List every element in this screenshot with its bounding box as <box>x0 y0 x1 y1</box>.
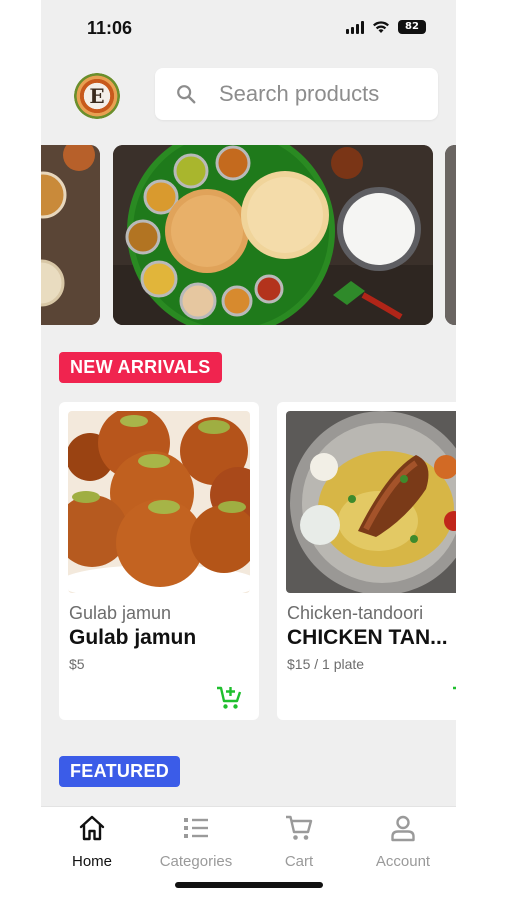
status-time: 11:06 <box>87 18 133 38</box>
nav-cart[interactable]: Cart <box>249 813 349 870</box>
product-name: Gulab jamun <box>69 626 197 649</box>
account-icon <box>391 815 415 842</box>
new-arrivals-badge: NEW ARRIVALS <box>59 352 222 383</box>
banner-image-thali <box>113 145 433 325</box>
categories-icon <box>184 818 208 838</box>
status-icons: 82 <box>346 20 426 34</box>
product-card-chicken-tandoori[interactable]: Chicken-tandoori CHICKEN TAN... $15 / 1 … <box>277 402 456 720</box>
banner-slide-thali[interactable] <box>113 145 433 325</box>
search-bar[interactable] <box>155 68 438 120</box>
home-icon <box>79 815 105 841</box>
battery-icon: 82 <box>398 20 426 34</box>
featured-badge: FEATURED <box>59 756 181 787</box>
signal-icon <box>346 20 364 34</box>
product-image-chicken-tandoori <box>286 411 456 593</box>
nav-account-label: Account <box>375 853 431 870</box>
banner-image-next <box>445 145 456 325</box>
wifi-icon <box>373 21 389 33</box>
banner-slide-next[interactable] <box>445 145 456 325</box>
product-category: Gulab jamun <box>69 603 172 623</box>
app-screen: 11:06 82 E Search products NEW ARRIVALS … <box>41 0 456 900</box>
nav-account[interactable]: Account <box>353 813 453 870</box>
brand-logo[interactable]: E <box>74 73 120 119</box>
product-category: Chicken-tandoori <box>287 603 424 623</box>
banner-image-previous <box>41 145 100 325</box>
nav-categories[interactable]: Categories <box>146 813 246 870</box>
nav-home-label: Home <box>71 853 112 870</box>
product-image-gulab-jamun <box>68 411 250 593</box>
banner-slide-previous[interactable] <box>41 145 100 325</box>
product-card-gulab-jamun[interactable]: Gulab jamun Gulab jamun $5 <box>59 402 259 720</box>
search-icon <box>177 85 196 104</box>
nav-cart-label: Cart <box>284 853 314 870</box>
home-indicator <box>175 882 323 888</box>
nav-home[interactable]: Home <box>42 813 142 870</box>
product-name: CHICKEN TAN... <box>287 626 448 649</box>
status-bar: 11:06 82 <box>41 0 456 56</box>
product-price: $5 <box>69 656 85 672</box>
product-price: $15 / 1 plate <box>287 656 365 672</box>
cart-icon <box>286 815 313 840</box>
search-input[interactable] <box>219 81 429 107</box>
nav-categories-label: Categories <box>159 853 233 870</box>
add-to-cart-icon[interactable] <box>215 684 243 712</box>
logo-letter: E <box>89 84 105 108</box>
add-to-cart-icon[interactable] <box>451 684 456 712</box>
